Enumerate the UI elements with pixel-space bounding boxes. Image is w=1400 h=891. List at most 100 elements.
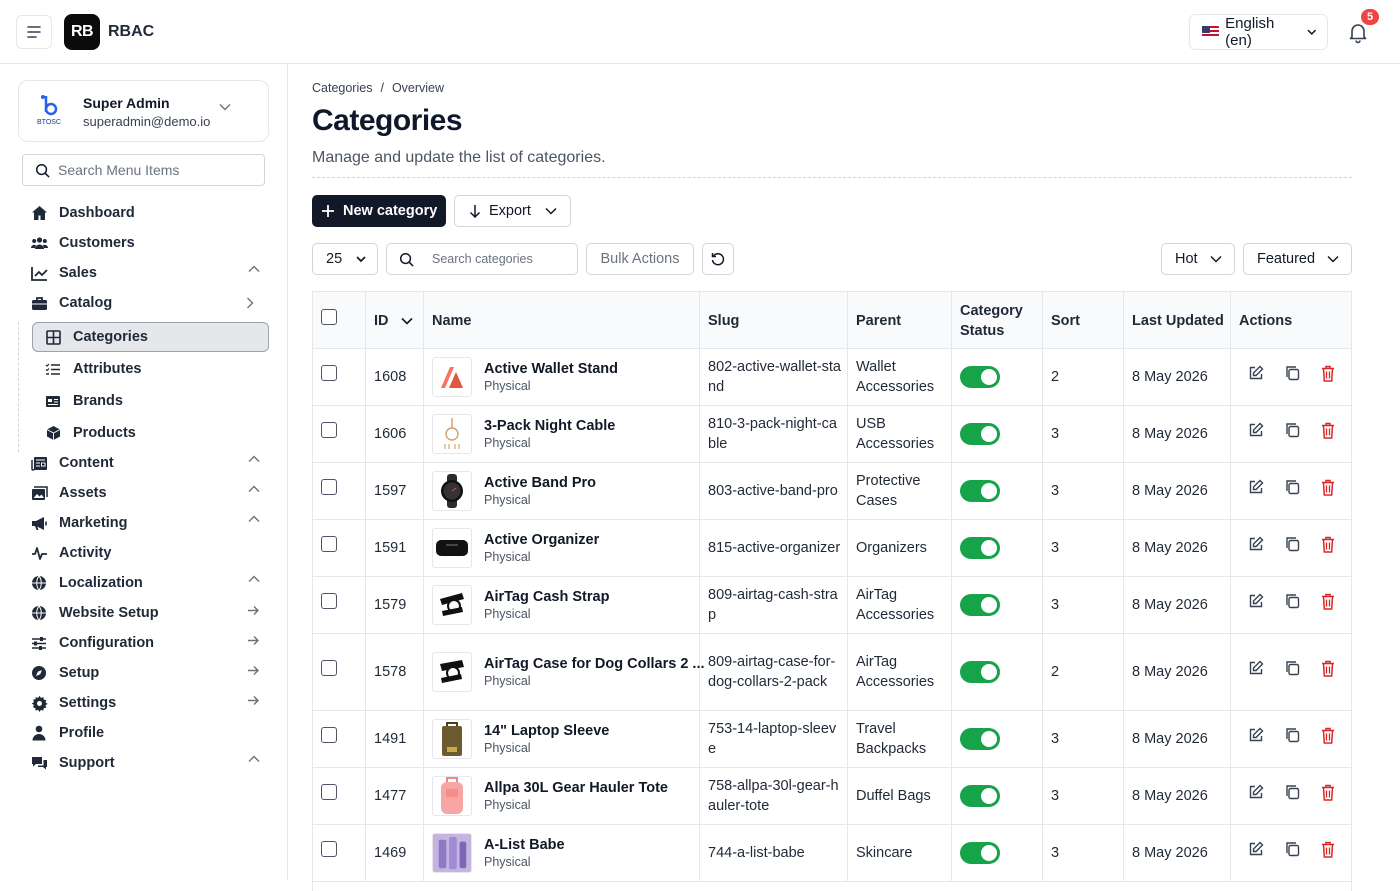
sidebar-item-dashboard[interactable]: Dashboard (30, 201, 260, 225)
duplicate-icon[interactable] (1283, 840, 1301, 858)
duplicate-icon[interactable] (1283, 592, 1301, 610)
category-search[interactable] (386, 243, 578, 275)
column-slug[interactable]: Slug (700, 292, 848, 349)
delete-icon[interactable] (1319, 840, 1337, 858)
menu-toggle-button[interactable] (16, 15, 52, 49)
per-page-select[interactable]: 25 (312, 243, 378, 275)
sidebar-item-profile[interactable]: Profile (30, 721, 260, 745)
category-name[interactable]: Allpa 30L Gear Hauler Tote (484, 779, 668, 797)
column-sort[interactable]: Sort (1043, 292, 1124, 349)
sidebar-item-settings[interactable]: Settings (30, 691, 260, 715)
delete-icon[interactable] (1319, 478, 1337, 496)
app-name[interactable]: RBAC (108, 23, 154, 41)
row-checkbox[interactable] (321, 841, 337, 857)
skincare-image[interactable] (432, 833, 472, 873)
organizer-image[interactable] (432, 528, 472, 568)
breadcrumb-link-categories[interactable]: Categories (312, 81, 372, 95)
column-id[interactable]: ID (366, 292, 424, 349)
duplicate-icon[interactable] (1283, 364, 1301, 382)
status-toggle[interactable] (960, 785, 1000, 807)
duplicate-icon[interactable] (1283, 659, 1301, 677)
duplicate-icon[interactable] (1283, 783, 1301, 801)
sidebar-item-marketing[interactable]: Marketing (30, 511, 260, 535)
sidebar-item-catalog[interactable]: Catalog (30, 291, 260, 315)
sidebar-item-setup[interactable]: Setup (30, 661, 260, 685)
row-checkbox[interactable] (321, 365, 337, 381)
edit-icon[interactable] (1247, 535, 1265, 553)
sidebar-item-localization[interactable]: Localization (30, 571, 260, 595)
duplicate-icon[interactable] (1283, 726, 1301, 744)
menu-search-input[interactable] (58, 162, 238, 178)
row-checkbox[interactable] (321, 422, 337, 438)
watch-image[interactable] (432, 471, 472, 511)
language-select[interactable]: English (en) (1189, 14, 1328, 50)
sidebar-item-brands[interactable]: Brands (44, 389, 264, 413)
status-toggle[interactable] (960, 423, 1000, 445)
laptop-sleeve-image[interactable] (432, 719, 472, 759)
delete-icon[interactable] (1319, 364, 1337, 382)
row-checkbox[interactable] (321, 784, 337, 800)
sidebar-item-activity[interactable]: Activity (30, 541, 260, 565)
new-category-button[interactable]: New category (312, 195, 446, 227)
user-switcher[interactable]: BTOSC Super Admin superadmin@demo.io (18, 80, 269, 142)
status-toggle[interactable] (960, 661, 1000, 683)
sidebar-item-attributes[interactable]: Attributes (44, 357, 264, 381)
column-updated[interactable]: Last Updated (1124, 292, 1231, 349)
sidebar-item-categories[interactable]: Categories (44, 325, 264, 349)
delete-icon[interactable] (1319, 726, 1337, 744)
column-name[interactable]: Name (424, 292, 700, 349)
category-name[interactable]: Active Organizer (484, 531, 599, 549)
edit-icon[interactable] (1247, 592, 1265, 610)
row-checkbox[interactable] (321, 479, 337, 495)
category-name[interactable]: 14" Laptop Sleeve (484, 722, 609, 740)
featured-filter[interactable]: Featured (1243, 243, 1352, 275)
edit-icon[interactable] (1247, 421, 1265, 439)
status-toggle[interactable] (960, 728, 1000, 750)
column-parent[interactable]: Parent (848, 292, 952, 349)
select-all-checkbox[interactable] (321, 308, 337, 325)
category-name[interactable]: Active Band Pro (484, 474, 596, 492)
delete-icon[interactable] (1319, 535, 1337, 553)
row-checkbox[interactable] (321, 593, 337, 609)
cable-image[interactable] (432, 414, 472, 454)
status-toggle[interactable] (960, 537, 1000, 559)
reset-button[interactable] (702, 243, 734, 275)
tote-image[interactable] (432, 776, 472, 816)
edit-icon[interactable] (1247, 726, 1265, 744)
sidebar-item-content[interactable]: Content (30, 451, 260, 475)
wallet-stand-image[interactable] (432, 357, 472, 397)
export-button[interactable]: Export (454, 195, 571, 227)
app-logo[interactable]: RB (64, 14, 100, 50)
duplicate-icon[interactable] (1283, 478, 1301, 496)
sidebar-item-support[interactable]: Support (30, 751, 260, 775)
sidebar-item-configuration[interactable]: Configuration (30, 631, 260, 655)
row-checkbox[interactable] (321, 536, 337, 552)
sidebar-item-customers[interactable]: Customers (30, 231, 260, 255)
category-name[interactable]: A-List Babe (484, 836, 565, 854)
hot-filter[interactable]: Hot (1161, 243, 1235, 275)
edit-icon[interactable] (1247, 659, 1265, 677)
category-name[interactable]: AirTag Cash Strap (484, 588, 609, 606)
row-checkbox[interactable] (321, 727, 337, 743)
bulk-actions-button[interactable]: Bulk Actions (586, 243, 694, 275)
status-toggle[interactable] (960, 366, 1000, 388)
sidebar-item-website-setup[interactable]: Website Setup (30, 601, 260, 625)
edit-icon[interactable] (1247, 478, 1265, 496)
category-name[interactable]: Active Wallet Stand (484, 360, 618, 378)
status-toggle[interactable] (960, 842, 1000, 864)
menu-search[interactable] (22, 154, 265, 186)
delete-icon[interactable] (1319, 421, 1337, 439)
column-status[interactable]: Category Status (952, 292, 1043, 349)
sidebar-item-assets[interactable]: Assets (30, 481, 260, 505)
status-toggle[interactable] (960, 594, 1000, 616)
category-search-input[interactable] (432, 252, 562, 266)
duplicate-icon[interactable] (1283, 421, 1301, 439)
edit-icon[interactable] (1247, 783, 1265, 801)
category-name[interactable]: 3-Pack Night Cable (484, 417, 615, 435)
edit-icon[interactable] (1247, 364, 1265, 382)
airtag-case-image[interactable] (432, 652, 472, 692)
duplicate-icon[interactable] (1283, 535, 1301, 553)
category-name[interactable]: AirTag Case for Dog Collars 2 ... (484, 655, 705, 673)
delete-icon[interactable] (1319, 783, 1337, 801)
sidebar-item-sales[interactable]: Sales (30, 261, 260, 285)
